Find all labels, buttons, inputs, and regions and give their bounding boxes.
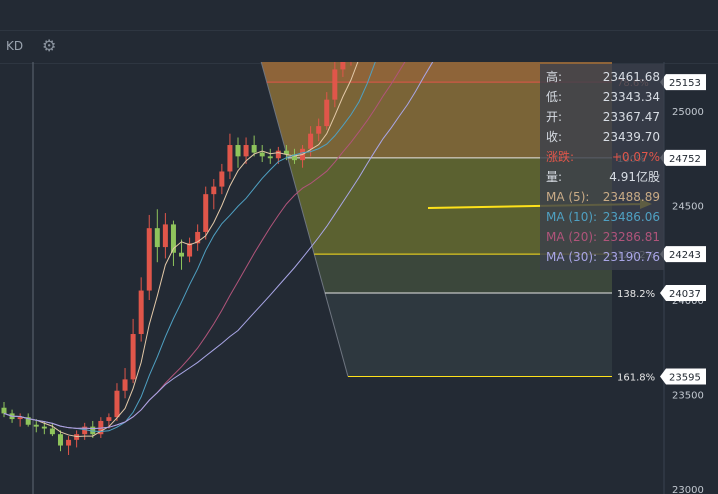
info-value: 23461.68 — [602, 70, 660, 84]
fib-level-label: 138.2% — [617, 289, 655, 300]
y-axis-tick: 24500 — [672, 202, 704, 213]
info-label: 低: — [546, 90, 563, 104]
info-value: 23190.76 — [602, 250, 660, 264]
info-row: MA (10): 23486.06 — [546, 208, 660, 226]
candle-body — [275, 150, 281, 159]
candle-body — [219, 171, 225, 187]
candle-body — [227, 145, 233, 172]
info-row: 涨跌: +0.07% — [546, 148, 660, 166]
candle-body — [138, 290, 144, 335]
candle-body — [324, 99, 330, 127]
candle-body — [106, 417, 112, 421]
info-row: 量: 4.91亿股 — [546, 168, 660, 186]
ohlc-info-panel: 高: 23461.68 低: 23343.34 开: 23367.47 收: 23439.70… — [540, 64, 664, 270]
info-label: MA (5): — [546, 190, 590, 204]
info-value: 23439.70 — [602, 130, 660, 144]
candle-body — [49, 428, 55, 435]
candle-body — [41, 426, 47, 429]
candle-body — [179, 252, 185, 257]
candle-body — [74, 434, 80, 440]
candle-body — [243, 145, 249, 157]
info-label: 收: — [546, 130, 563, 144]
candle-body — [130, 334, 136, 380]
info-value: 23286.81 — [602, 230, 660, 244]
candle-body — [235, 145, 241, 157]
candle-body — [154, 228, 160, 248]
price-tag-label: 24037 — [669, 289, 701, 300]
candle-body — [122, 379, 128, 391]
info-row: MA (30): 23190.76 — [546, 248, 660, 266]
info-row: MA (5): 23488.89 — [546, 188, 660, 206]
price-tag-label: 24243 — [669, 250, 701, 261]
info-row: 高: 23461.68 — [546, 68, 660, 86]
candle-body — [162, 224, 168, 248]
info-value: 23367.47 — [602, 110, 660, 124]
info-value: 23488.89 — [602, 190, 660, 204]
candle-body — [267, 156, 273, 159]
y-axis-tick: 25000 — [672, 107, 704, 118]
info-label: MA (30): — [546, 250, 598, 264]
candle-body — [146, 228, 152, 291]
candle-body — [211, 186, 217, 195]
candle-body — [203, 194, 209, 232]
candle-body — [1, 407, 7, 414]
candle-body — [57, 434, 63, 446]
info-value: 4.91亿股 — [609, 170, 660, 184]
candle-body — [66, 439, 72, 446]
candle-body — [332, 69, 338, 100]
info-label: 高: — [546, 70, 563, 84]
candle-body — [251, 145, 257, 153]
candle-body — [340, 62, 346, 70]
y-axis-tick: 23000 — [672, 485, 704, 494]
info-label: MA (10): — [546, 210, 598, 224]
info-row: 低: 23343.34 — [546, 88, 660, 106]
top-bar — [0, 0, 718, 30]
indicator-label[interactable]: KD — [6, 39, 23, 53]
fib-level-label: 161.8% — [617, 373, 655, 384]
price-tag-label: 24752 — [669, 154, 701, 165]
price-tag-label: 25153 — [669, 78, 701, 89]
indicator-toolbar: KD ⚙ — [0, 30, 718, 64]
candle-body — [316, 126, 322, 134]
info-value: 23343.34 — [602, 90, 660, 104]
gear-icon[interactable]: ⚙ — [42, 36, 56, 55]
info-value: 23486.06 — [602, 210, 660, 224]
candle-body — [33, 424, 39, 427]
info-label: 涨跌: — [546, 150, 575, 164]
candle-body — [259, 152, 265, 157]
y-axis-tick: 23500 — [672, 391, 704, 402]
info-row: 收: 23439.70 — [546, 128, 660, 146]
price-tag-label: 23595 — [669, 373, 701, 384]
candle-body — [114, 390, 120, 418]
info-value: +0.07% — [611, 150, 660, 164]
info-row: MA (20): 23286.81 — [546, 228, 660, 246]
info-label: MA (20): — [546, 230, 598, 244]
info-label: 开: — [546, 110, 563, 124]
candle-body — [308, 133, 314, 149]
info-label: 量: — [546, 170, 563, 184]
info-row: 开: 23367.47 — [546, 108, 660, 126]
fib-band — [324, 293, 612, 377]
